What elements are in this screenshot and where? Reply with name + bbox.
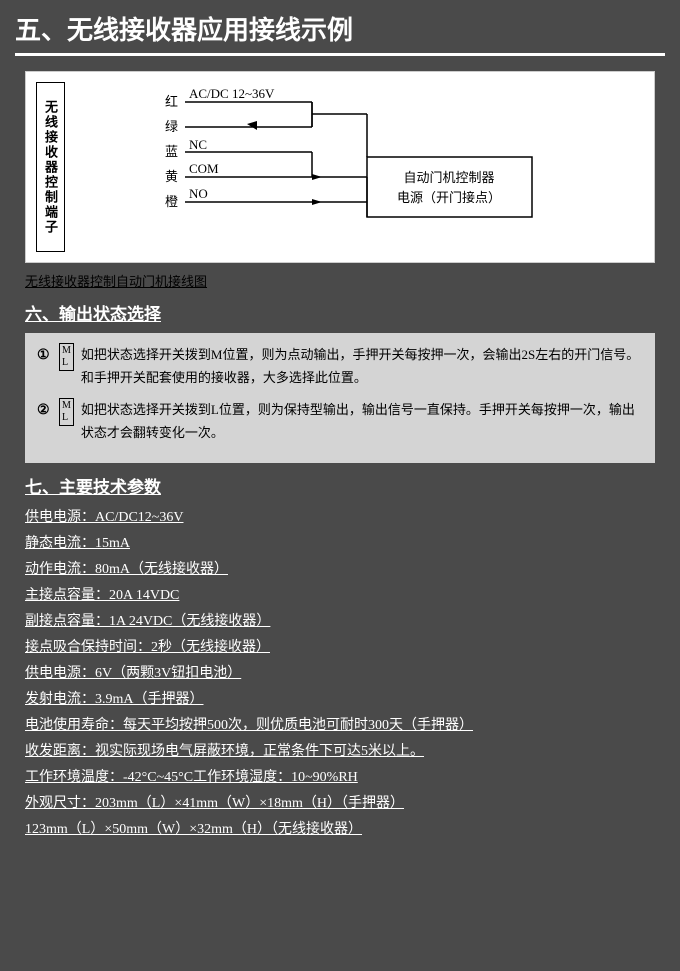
arrow-no [312, 199, 322, 205]
item1-text: 如把状态选择开关拨到M位置，则为点动输出，手押开关每按押一次，会输出2S左右的开… [81, 343, 643, 390]
section-seven-title: 七、主要技术参数 [25, 473, 655, 498]
item2-l: L [62, 412, 71, 424]
spec-item-9: 收发距离：视实际现场电气屏蔽环境，正常条件下可达5米以上。 [25, 740, 655, 760]
spec-item-0: 供电电源：AC/DC12~36V [25, 506, 655, 526]
spec-item-10: 工作环境温度：-42°C~45°C工作环境湿度：10~90%RH [25, 766, 655, 786]
diagram-content: 无线接收器控制端子 红 绿 蓝 黄 橙 [36, 82, 644, 252]
label-com: COM [189, 161, 219, 176]
spec-item-2: 动作电流：80mA（无线接收器） [25, 558, 655, 578]
item1-ml: M L [59, 343, 74, 371]
page-title: 五、无线接收器应用接线示例 [15, 10, 665, 56]
item1-l: L [62, 357, 71, 369]
spec-item-8: 电池使用寿命：每天平均按押500次，则优质电池可耐时300天（手押器） [25, 714, 655, 734]
color-red: 红 [165, 94, 178, 109]
right-box-text2: 电源（开门接点） [397, 190, 501, 205]
spec-item-5: 接点吸合保持时间：2秒（无线接收器） [25, 636, 655, 656]
item1-number: ① [37, 343, 55, 368]
spec-item-11: 外观尺寸：203mm（L）×41mm（W）×18mm（H）（手押器） [25, 792, 655, 812]
arrow-com [312, 174, 322, 180]
right-box [367, 157, 532, 217]
spec-item-6: 供电电源：6V（两颗3V钮扣电池） [25, 662, 655, 682]
label-no: NO [189, 186, 208, 201]
spec-item-12: 123mm（L）×50mm（W）×32mm（H）（无线接收器） [25, 818, 655, 838]
arrow-green [247, 121, 257, 130]
diagram-caption: 无线接收器控制自动门机接线图 [25, 271, 655, 290]
spec-section: 供电电源：AC/DC12~36V 静态电流：15mA 动作电流：80mA（无线接收器… [25, 506, 655, 838]
color-blue: 蓝 [165, 144, 178, 159]
right-box-text1: 自动门机控制器 [403, 170, 494, 185]
item2-m: M [62, 400, 71, 412]
terminal-label: 无线接收器控制端子 [36, 82, 65, 252]
spec-item-3: 主接点容量：20A 14VDC [25, 584, 655, 604]
color-yellow: 黄 [165, 169, 178, 184]
output-item-1: ① M L 如把状态选择开关拨到M位置，则为点动输出，手押开关每按押一次，会输出… [37, 343, 643, 390]
label-nc: NC [189, 137, 207, 152]
section-six-content: ① M L 如把状态选择开关拨到M位置，则为点动输出，手押开关每按押一次，会输出… [25, 333, 655, 463]
spec-item-7: 发射电流：3.9mA（手押器） [25, 688, 655, 708]
label-acdc: AC/DC 12~36V [189, 86, 275, 101]
wiring-diagram-section: 无线接收器控制端子 红 绿 蓝 黄 橙 [25, 71, 655, 263]
item2-ml: M L [59, 398, 74, 426]
color-orange: 橙 [165, 194, 178, 209]
item2-text: 如把状态选择开关拨到L位置，则为保持型输出，输出信号一直保持。手押开关每按押一次… [81, 398, 643, 445]
diagram-svg-area: 红 绿 蓝 黄 橙 AC/DC 12~36V [70, 82, 644, 252]
spec-item-4: 副接点容量：1A 24VDC（无线接收器） [25, 610, 655, 630]
item1-m: M [62, 345, 71, 357]
wiring-svg: 红 绿 蓝 黄 橙 AC/DC 12~36V [70, 82, 644, 247]
color-green: 绿 [165, 119, 178, 134]
output-item-2: ② M L 如把状态选择开关拨到L位置，则为保持型输出，输出信号一直保持。手押开… [37, 398, 643, 445]
spec-item-1: 静态电流：15mA [25, 532, 655, 552]
item2-number: ② [37, 398, 55, 423]
section-six-title: 六、输出状态选择 [25, 300, 655, 325]
